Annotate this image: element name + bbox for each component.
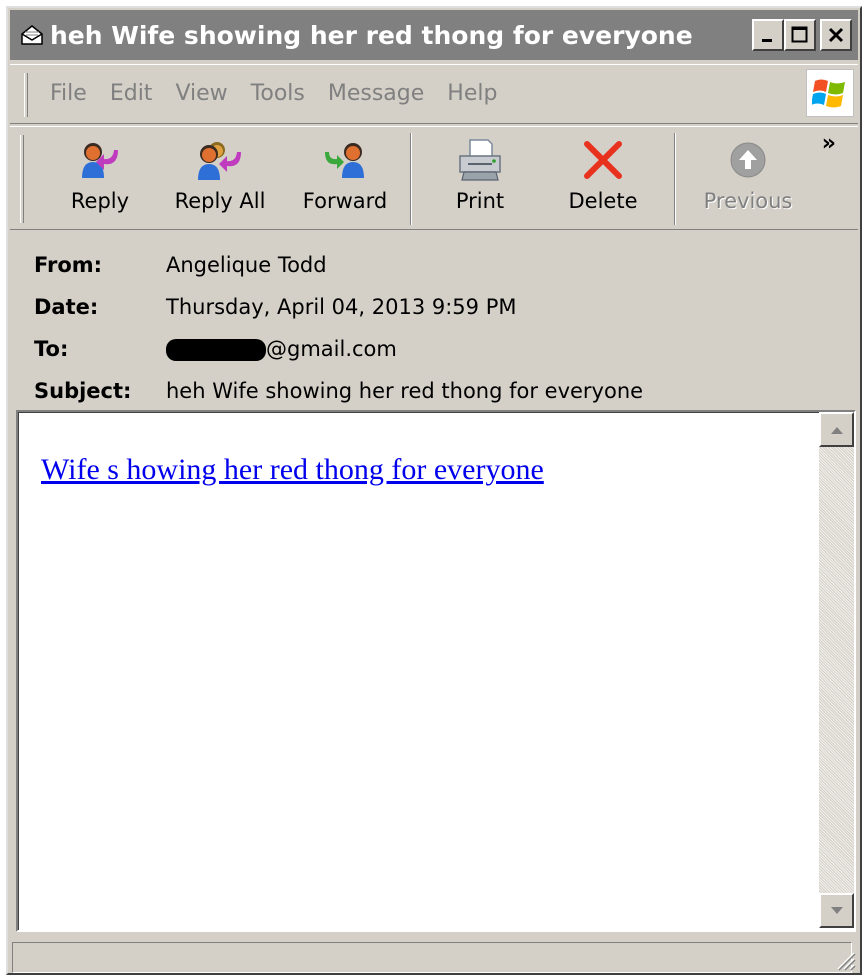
- delete-x-icon: [563, 131, 643, 189]
- from-value: Angelique Todd: [166, 253, 327, 277]
- message-link[interactable]: Wife s howing her red thong for everyone: [41, 453, 544, 487]
- previous-label: Previous: [703, 189, 793, 213]
- header-date-row: Date: Thursday, April 04, 2013 9:59 PM: [34, 286, 643, 328]
- reply-icon: [60, 131, 140, 189]
- minimize-button[interactable]: [752, 19, 784, 51]
- redaction-block: [166, 339, 266, 361]
- scroll-up-arrow-icon: [830, 426, 843, 434]
- subject-value: heh Wife showing her red thong for every…: [166, 379, 644, 403]
- windows-flag-icon: [806, 69, 854, 117]
- header-to-row: To: @gmail.com: [34, 328, 643, 370]
- reply-button[interactable]: Reply: [60, 131, 140, 227]
- menu-bar: File Edit View Tools Message Help: [10, 64, 858, 124]
- reply-all-icon: [170, 131, 270, 189]
- toolbar-separator: [674, 133, 676, 225]
- scroll-up-button[interactable]: [819, 412, 854, 447]
- close-icon: [828, 27, 844, 43]
- toolbar: Reply Reply All Forward Print Delete Pre…: [10, 126, 858, 230]
- menu-edit[interactable]: Edit: [110, 81, 153, 106]
- message-window: heh Wife showing her red thong for every…: [6, 6, 862, 975]
- reply-all-button[interactable]: Reply All: [170, 131, 270, 227]
- toolbar-overflow-chevron-icon[interactable]: »: [822, 131, 836, 156]
- close-button[interactable]: [820, 19, 852, 51]
- menu-file[interactable]: File: [50, 81, 87, 106]
- to-email-domain: @gmail.com: [266, 337, 397, 361]
- forward-button[interactable]: Forward: [295, 131, 395, 227]
- status-panel: [12, 942, 852, 973]
- toolbar-separator: [410, 133, 412, 225]
- status-bar: [10, 936, 858, 973]
- date-value: Thursday, April 04, 2013 9:59 PM: [166, 295, 517, 319]
- message-body: Wife s howing her red thong for everyone: [16, 410, 856, 932]
- previous-button[interactable]: Previous: [698, 131, 798, 227]
- reply-all-label: Reply All: [174, 189, 266, 213]
- message-headers: From: Angelique Todd Date: Thursday, Apr…: [34, 244, 643, 412]
- maximize-button[interactable]: [784, 19, 816, 51]
- message-body-content: Wife s howing her red thong for everyone: [18, 412, 854, 930]
- menu-tools[interactable]: Tools: [251, 81, 305, 106]
- menubar-grip[interactable]: [24, 73, 28, 117]
- menu-view[interactable]: View: [175, 81, 227, 106]
- vertical-scrollbar[interactable]: [819, 412, 854, 928]
- menu-help[interactable]: Help: [447, 81, 497, 106]
- menu-message[interactable]: Message: [328, 81, 424, 106]
- toolbar-grip[interactable]: [20, 135, 24, 223]
- scroll-down-arrow-icon: [830, 906, 843, 914]
- window-title: heh Wife showing her red thong for every…: [50, 20, 693, 50]
- header-from-row: From: Angelique Todd: [34, 244, 643, 286]
- reply-label: Reply: [70, 189, 130, 213]
- from-label: From:: [34, 253, 103, 277]
- title-bar[interactable]: heh Wife showing her red thong for every…: [10, 10, 858, 60]
- print-label: Print: [455, 189, 505, 213]
- printer-icon: [440, 131, 520, 189]
- scroll-down-button[interactable]: [819, 893, 854, 928]
- minimize-icon: [762, 39, 772, 42]
- subject-label: Subject:: [34, 379, 132, 403]
- mail-envelope-icon: [18, 21, 46, 49]
- forward-icon: [295, 131, 395, 189]
- resize-grip-icon[interactable]: [832, 947, 856, 971]
- forward-label: Forward: [302, 189, 388, 213]
- to-value: @gmail.com: [166, 337, 397, 361]
- date-label: Date:: [34, 295, 99, 319]
- maximize-icon: [791, 26, 808, 43]
- to-label: To:: [34, 337, 69, 361]
- delete-label: Delete: [568, 189, 638, 213]
- header-subject-row: Subject: heh Wife showing her red thong …: [34, 370, 643, 412]
- print-button[interactable]: Print: [440, 131, 520, 227]
- delete-button[interactable]: Delete: [563, 131, 643, 227]
- previous-arrow-icon: [698, 131, 798, 189]
